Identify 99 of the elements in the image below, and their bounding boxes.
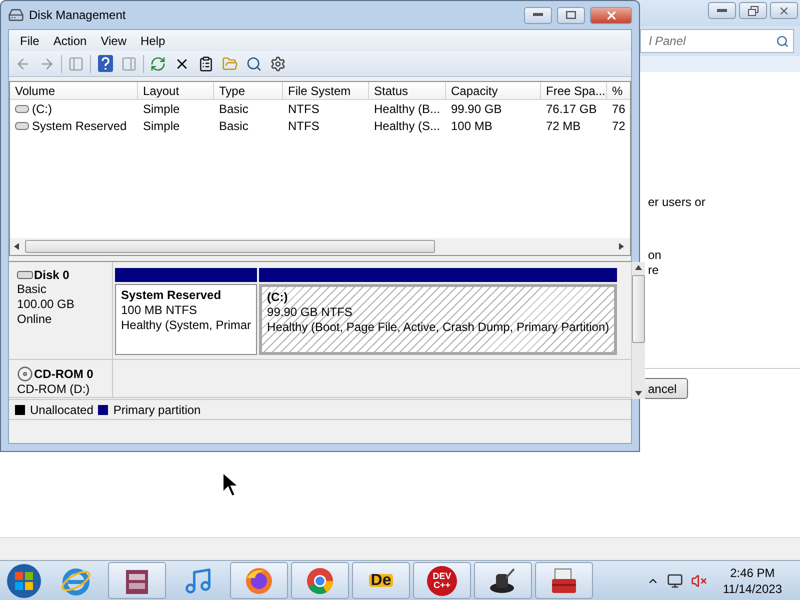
- table-cell: Simple: [143, 102, 180, 116]
- search-icon: [776, 34, 789, 48]
- taskbar-button[interactable]: De: [352, 562, 410, 599]
- partition-block[interactable]: System Reserved 100 MB NTFS Healthy (System, Primar: [115, 284, 258, 355]
- table-cell: 99.90 GB: [451, 102, 502, 116]
- minimize-button[interactable]: [524, 6, 552, 24]
- minimize-button[interactable]: [708, 2, 736, 19]
- folder-icon: [222, 56, 238, 72]
- refresh-icon: [150, 56, 166, 72]
- toolbox-icon: [549, 566, 579, 596]
- description-text: re: [648, 263, 660, 278]
- disk-info: CD-ROM (D:): [17, 382, 91, 397]
- restore-icon: [748, 6, 758, 16]
- panel-icon: [121, 56, 137, 72]
- properties-icon: [198, 56, 214, 72]
- drive-icon: [15, 104, 29, 112]
- taskbar-button[interactable]: DEV C++: [413, 562, 471, 599]
- up-arrow-icon: [635, 264, 642, 271]
- menu-item[interactable]: File: [13, 34, 46, 48]
- search-text: l Panel: [649, 34, 686, 48]
- menu-item[interactable]: Action: [46, 34, 94, 48]
- table-cell: 76.17 GB: [546, 102, 597, 116]
- disk-name: Disk 0: [34, 268, 70, 282]
- column-header[interactable]: Status: [369, 82, 446, 100]
- clock[interactable]: 2:46 PM 11/14/2023: [714, 564, 796, 596]
- disk-info: Online: [17, 312, 53, 327]
- search-field[interactable]: l Panel: [640, 29, 794, 53]
- settings-icon: [270, 56, 286, 72]
- maximize-icon: [566, 11, 576, 19]
- drive-icon: [15, 122, 29, 130]
- restore-button[interactable]: [739, 2, 767, 19]
- menu-item[interactable]: Help: [134, 34, 172, 48]
- window-title: Disk Management: [29, 8, 127, 22]
- table-cell: Healthy (B...: [374, 102, 440, 116]
- column-header[interactable]: Free Spa...: [541, 82, 607, 100]
- close-icon: [778, 4, 790, 16]
- table-cell: NTFS: [288, 118, 320, 132]
- taskbar-button[interactable]: [108, 562, 166, 599]
- partition-name: (C:): [267, 290, 289, 305]
- table-cell: System Reserved: [32, 118, 127, 132]
- close-icon: [604, 8, 618, 22]
- minimize-icon: [717, 8, 727, 12]
- column-header[interactable]: File System: [283, 82, 369, 100]
- partition-status: Healthy (System, Primar: [121, 318, 252, 333]
- disk-info: 100.00 GB: [17, 297, 76, 312]
- left-arrow-icon: [14, 243, 21, 250]
- partition-size: 100 MB NTFS: [121, 303, 198, 318]
- app-logo: De: [368, 574, 394, 587]
- music-icon: [183, 566, 213, 596]
- panel-icon: [68, 56, 84, 72]
- maximize-button[interactable]: [557, 6, 585, 24]
- volume-muted-icon[interactable]: [690, 572, 707, 588]
- search-icon: [246, 56, 262, 72]
- partition-block[interactable]: (C:) 99.90 GB NTFS Healthy (Boot, Page File, Active, Crash Dump, Primary Partition): [259, 284, 618, 355]
- cd-icon: [17, 366, 33, 382]
- minimize-icon: [533, 13, 543, 17]
- chrome-icon: [305, 566, 335, 596]
- start-button[interactable]: [4, 562, 44, 600]
- table-cell: 72: [612, 118, 626, 132]
- taskbar-button[interactable]: [474, 562, 532, 599]
- table-cell: 100 MB: [451, 118, 492, 132]
- disk-info: Basic: [17, 282, 48, 297]
- partition-name: System Reserved: [121, 288, 222, 303]
- table-cell: Simple: [143, 118, 180, 132]
- table-cell: NTFS: [288, 102, 320, 116]
- firefox-icon: [244, 566, 274, 596]
- down-arrow-icon: [635, 390, 642, 397]
- toolbar-button[interactable]: [95, 54, 115, 74]
- horizontal-scrollbar[interactable]: [10, 238, 630, 255]
- column-header[interactable]: Volume: [10, 82, 138, 100]
- close-button[interactable]: [590, 6, 632, 24]
- forward-icon: [39, 56, 55, 72]
- column-header[interactable]: Type: [214, 82, 283, 100]
- help-icon: [98, 55, 112, 72]
- back-icon: [15, 56, 31, 72]
- network-icon[interactable]: [666, 572, 683, 588]
- vertical-scrollbar[interactable]: [631, 262, 646, 399]
- right-arrow-icon: [619, 243, 626, 250]
- menu-item[interactable]: View: [94, 34, 134, 48]
- table-cell: 76: [612, 102, 626, 116]
- app-logo: DEV C++: [427, 566, 457, 596]
- table-cell: Basic: [219, 118, 248, 132]
- cursor-icon: [222, 472, 238, 498]
- column-header[interactable]: Layout: [138, 82, 214, 100]
- taskbar-button[interactable]: [535, 562, 593, 599]
- description-text: er users or: [648, 195, 706, 210]
- partition-size: 99.90 GB NTFS: [267, 305, 354, 320]
- column-header[interactable]: Capacity: [446, 82, 541, 100]
- description-text: on: [648, 248, 662, 263]
- table-cell: Basic: [219, 102, 248, 116]
- table-cell: 72 MB: [546, 118, 581, 132]
- cancel-button[interactable]: ancel: [643, 378, 688, 399]
- disk-name: CD-ROM 0: [34, 367, 94, 381]
- partition-status: Healthy (Boot, Page File, Active, Crash Dump, Primary Partition): [267, 320, 610, 335]
- close-button[interactable]: [770, 2, 798, 19]
- table-cell: Healthy (S...: [374, 118, 440, 132]
- table-cell: (C:): [32, 102, 52, 116]
- legend-label: Unallocated: [30, 402, 94, 416]
- legend-label: Primary partition: [113, 402, 201, 416]
